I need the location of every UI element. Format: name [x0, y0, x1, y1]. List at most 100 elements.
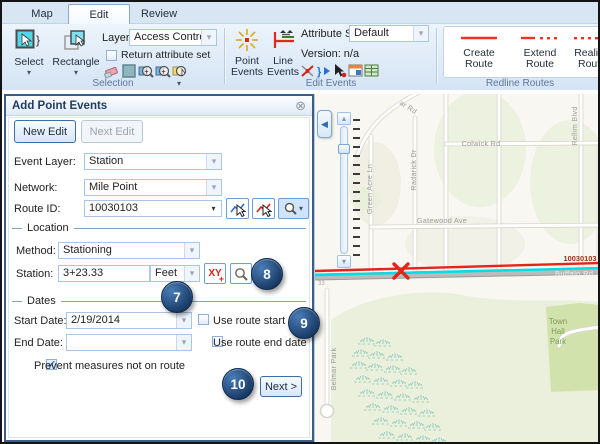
create-route-icon	[457, 32, 501, 47]
zoom-tick	[353, 155, 360, 157]
line-events-button[interactable]: Line Events	[266, 28, 300, 78]
end-date-arrow[interactable]: ▾	[176, 335, 191, 350]
split-event-icon[interactable]	[300, 63, 316, 79]
attribute-set-dropdown-arrow[interactable]: ▾	[413, 26, 428, 41]
route-id-label: Route ID:	[14, 203, 60, 215]
route-id-combo-arrow[interactable]: ▾	[206, 201, 221, 216]
route-number-label: 10030103	[564, 254, 597, 263]
start-date-label: Start Date:	[14, 315, 67, 327]
road-label-partial: ar Rd	[398, 98, 419, 116]
select-event-icon[interactable]	[332, 63, 348, 79]
group-divider	[436, 28, 437, 84]
zoom-next-selected-icon[interactable]: +	[155, 63, 171, 79]
network-dropdown[interactable]: Mile Point ▾	[84, 179, 222, 196]
zoom-tick	[353, 218, 360, 220]
zoom-tick	[353, 164, 360, 166]
zoom-tick	[353, 209, 360, 211]
magnifier-icon	[284, 202, 297, 215]
zoom-in-button[interactable]: ▴	[337, 112, 351, 125]
use-route-start-date-checkbox[interactable]	[198, 314, 209, 325]
zoom-tick	[353, 119, 360, 121]
svg-text:}: }	[317, 66, 322, 78]
station-unit-arrow[interactable]: ▾	[184, 266, 199, 281]
xy-locate-button[interactable]: XY +	[204, 263, 226, 284]
merge-events-icon[interactable]: }	[316, 63, 332, 79]
event-layer-label: Event Layer:	[14, 156, 76, 168]
cul-de-sac	[321, 405, 334, 418]
road-label-rellim: Rellim Blvd	[570, 106, 579, 145]
layer-label: Layer:	[102, 32, 133, 44]
new-edit-button[interactable]: New Edit	[14, 120, 76, 143]
station-input[interactable]: 3+23.33	[58, 265, 150, 282]
zoom-in-icon: ▴	[342, 114, 346, 123]
close-icon[interactable]: ⊗	[295, 99, 306, 112]
network-label: Network:	[14, 182, 57, 194]
zoom-tick	[353, 200, 360, 202]
event-attributes-window-icon[interactable]	[348, 63, 364, 79]
extend-route-button[interactable]: Extend Route	[512, 32, 568, 70]
network-dropdown-arrow[interactable]: ▾	[206, 180, 221, 195]
return-attribute-set-checkbox[interactable]	[106, 50, 117, 61]
layer-dropdown[interactable]: Access Control ▾	[129, 29, 217, 46]
start-date-arrow[interactable]: ▾	[176, 313, 191, 328]
app-window: Map Edit Review } Select ▾ Rectangle ▾	[0, 0, 600, 444]
next-button[interactable]: Next >	[260, 376, 302, 397]
ribbon: } Select ▾ Rectangle ▾ Layer: Access Con…	[2, 24, 598, 90]
route-id-combo[interactable]: 10030103 ▾	[84, 200, 222, 217]
next-edit-button[interactable]: Next Edit	[81, 120, 143, 143]
zoom-slider-handle[interactable]	[338, 144, 350, 154]
route-locator-dropdown-button[interactable]: ▾	[278, 198, 309, 219]
clear-selection-icon[interactable]	[104, 63, 120, 79]
zoom-tick	[353, 245, 360, 247]
tab-review[interactable]: Review	[132, 4, 186, 24]
zoom-out-button[interactable]: ▾	[337, 255, 351, 268]
event-table-icon[interactable]	[364, 63, 380, 79]
method-dropdown[interactable]: Stationing ▾	[58, 242, 200, 259]
rectangle-dropdown-caret[interactable]: ▾	[74, 69, 78, 76]
end-date-label: End Date:	[14, 337, 63, 349]
tab-map[interactable]: Map	[18, 4, 66, 24]
panel-header: Add Point Events ⊗	[6, 96, 312, 116]
panel-title: Add Point Events	[12, 100, 295, 112]
location-legend: Location	[12, 222, 306, 234]
zoom-tick	[353, 173, 360, 175]
event-layer-dropdown-arrow[interactable]: ▾	[206, 154, 221, 169]
station-unit-dropdown[interactable]: Feet ▾	[150, 265, 200, 282]
selection-options-icon[interactable]	[172, 63, 188, 79]
layer-dropdown-arrow[interactable]: ▾	[201, 30, 216, 45]
method-dropdown-arrow[interactable]: ▾	[184, 243, 199, 258]
extend-route-icon	[518, 32, 562, 47]
town-hall-park-label: Town	[549, 317, 567, 326]
rectangle-tool-button[interactable]: Rectangle ▾	[52, 29, 100, 76]
create-route-button[interactable]: Create Route	[449, 32, 509, 70]
select-tool-button[interactable]: } Select ▾	[8, 29, 50, 76]
attribute-set-dropdown[interactable]: Default ▾	[349, 25, 429, 42]
road-label-green-acre: Green Acre Ln	[365, 164, 374, 214]
tab-edit[interactable]: Edit	[68, 4, 130, 24]
select-route-on-map-button[interactable]	[226, 198, 249, 219]
clear-route-selection-button[interactable]	[252, 198, 275, 219]
map-viewport[interactable]: ar Rd Colwick Rd Rellim Blvd Radarick Dr…	[314, 94, 600, 444]
end-date-picker[interactable]: ▾	[66, 334, 192, 351]
zoom-to-selection-icon[interactable]: +	[138, 63, 154, 79]
zoom-tick	[353, 137, 360, 139]
point-events-button[interactable]: Point Events	[230, 28, 264, 78]
select-none-icon[interactable]	[121, 63, 137, 79]
station-mark-label: 33	[318, 281, 325, 287]
zoom-tick	[353, 236, 360, 238]
zoom-tick	[353, 191, 360, 193]
version-label: Version: n/a	[301, 48, 359, 60]
start-date-picker[interactable]: 2/19/2014 ▾	[66, 312, 192, 329]
select-dropdown-caret[interactable]: ▾	[27, 69, 31, 76]
redline-routes-group-label: Redline Routes	[438, 78, 600, 89]
zoom-tick	[353, 254, 360, 256]
select-route-icon	[230, 201, 246, 217]
realign-route-button[interactable]: Realign Route	[569, 32, 600, 70]
panel-collapse-button[interactable]: ◀	[317, 110, 332, 138]
route-locator-caret: ▾	[299, 205, 303, 212]
event-layer-dropdown[interactable]: Station ▾	[84, 153, 222, 170]
town-hall-park-label: Hall	[551, 327, 565, 336]
zoom-tick	[353, 227, 360, 229]
station-locate-button[interactable]	[230, 263, 252, 284]
group-divider	[224, 28, 225, 84]
